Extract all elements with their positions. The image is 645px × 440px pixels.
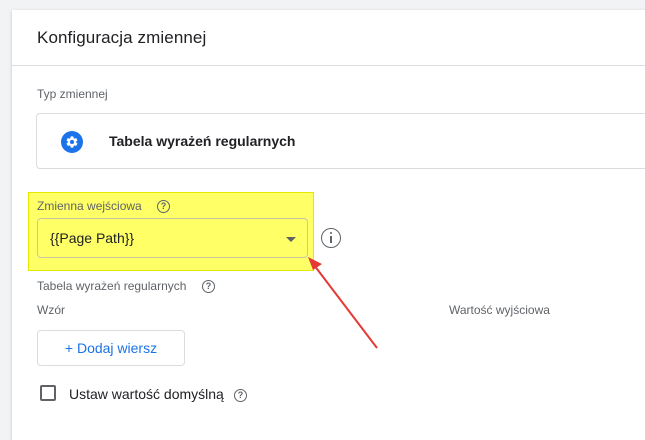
info-icon[interactable]: [321, 228, 341, 248]
default-value-checkbox[interactable]: [40, 385, 56, 401]
add-row-button[interactable]: + Dodaj wiersz: [37, 330, 185, 366]
default-value-help-icon[interactable]: ?: [234, 389, 247, 402]
input-variable-value: {{Page Path}}: [50, 230, 135, 246]
variable-type-label: Typ zmiennej: [37, 87, 108, 101]
input-variable-help-icon[interactable]: ?: [157, 200, 170, 213]
chevron-down-icon: [286, 237, 296, 242]
variable-configuration-panel: Konfiguracja zmiennej Typ zmiennej Tabel…: [12, 10, 645, 440]
title-divider: [12, 65, 645, 66]
gear-icon: [61, 131, 83, 153]
column-header-output-value: Wartość wyjściowa: [449, 303, 550, 317]
variable-type-selector[interactable]: Tabela wyrażeń regularnych: [36, 113, 645, 169]
panel-title: Konfiguracja zmiennej: [37, 28, 207, 47]
column-header-pattern: Wzór: [37, 303, 65, 317]
input-variable-label: Zmienna wejściowa: [37, 199, 142, 213]
variable-type-name: Tabela wyrażeń regularnych: [109, 133, 296, 149]
regex-table-label: Tabela wyrażeń regularnych: [37, 279, 187, 293]
input-variable-select[interactable]: {{Page Path}}: [37, 218, 308, 258]
default-value-label: Ustaw wartość domyślną: [69, 386, 224, 402]
regex-table-help-icon[interactable]: ?: [202, 280, 215, 293]
